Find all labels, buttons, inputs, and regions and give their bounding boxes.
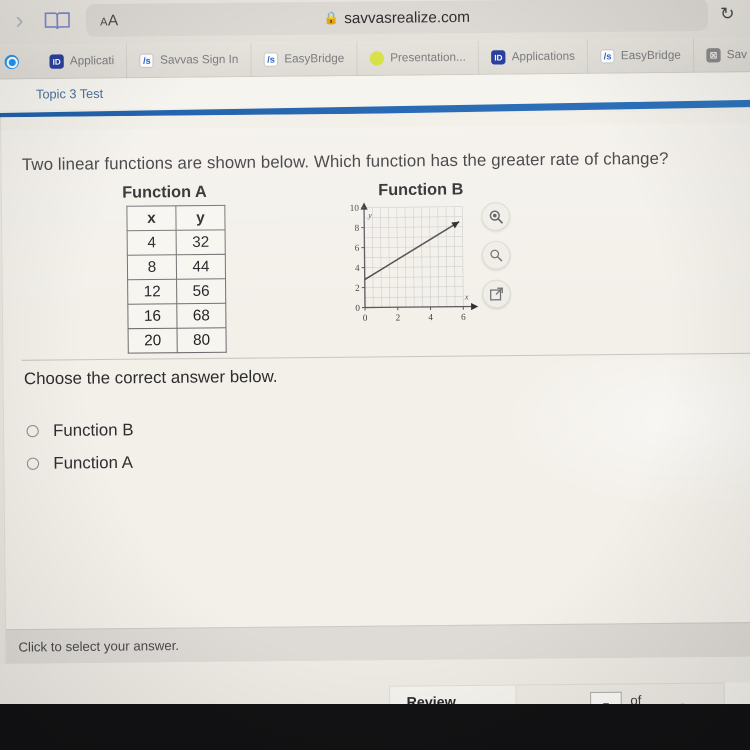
bookmarks-bar: ID Applicati /s Savvas Sign In /s EasyBr… [0,37,750,80]
safari-icon [4,54,19,70]
bookmark-item[interactable]: ☒ Sav [693,37,750,73]
savvas-icon: /s [600,49,615,64]
function-a-title: Function A [122,183,207,202]
x-axis-label: x [464,292,469,301]
cell-x: 20 [128,328,178,354]
savvas-icon: /s [263,52,279,67]
y-axis-label: y [367,211,372,220]
table-row: 20 80 [128,327,227,354]
zoom-in-icon[interactable] [481,202,511,231]
cell-x: 8 [127,254,177,280]
function-a-table: x y 4 32 8 44 12 56 16 68 20 80 [126,204,227,354]
bookmark-label: Sav [726,48,748,62]
bookmark-item[interactable] [0,44,37,79]
table-row: 16 68 [127,303,226,329]
tick-labels: 0 2 4 6 0 2 4 6 8 10 [350,203,466,323]
bookmark-item[interactable]: /s Savvas Sign In [127,42,252,79]
function-b-graph: 0 2 4 6 0 2 4 6 8 10 x y [342,200,486,330]
bookmark-item[interactable]: /s EasyBridge [588,38,695,74]
address-bar[interactable]: AA 🔒 savvasrealize.com [85,0,709,37]
topic-title: Topic 3 Test [35,86,104,102]
bookmark-label: Presentation... [390,51,466,65]
grid-lines [363,206,464,308]
graph-tools [481,202,511,309]
bookmark-item[interactable]: Presentation... [357,40,480,77]
table-row: 12 56 [127,278,226,305]
lock-icon: 🔒 [323,10,340,26]
column-header-x: x [126,205,177,231]
y-axis-arrow [360,202,368,210]
cell-x: 4 [127,230,177,256]
question-panel: Two linear functions are shown below. Wh… [1,109,750,664]
bookmark-label: Applications [511,50,576,64]
table-header-row: x y [126,205,226,231]
function-b-title: Function B [378,181,464,200]
bookmark-label: EasyBridge [284,52,345,66]
radio-button[interactable] [26,457,40,470]
svg-text:8: 8 [355,223,360,233]
svg-text:2: 2 [396,312,401,322]
answer-choice-function-a[interactable]: Function A [26,446,134,480]
savvas-icon: /s [139,53,155,68]
ixl-icon: ID [49,54,64,69]
answer-choice-function-b[interactable]: Function B [26,414,134,448]
bookmark-item[interactable]: ID Applications [478,39,589,75]
answer-choice-label: Function A [53,453,133,473]
svg-text:6: 6 [461,312,466,322]
cell-y: 44 [176,254,226,280]
radio-button[interactable] [26,424,39,438]
device-bezel [0,704,750,750]
svg-text:4: 4 [428,312,433,322]
svg-text:6: 6 [355,243,360,253]
bookmark-label: EasyBridge [620,49,681,63]
svg-text:10: 10 [350,203,360,213]
svg-text:0: 0 [355,303,360,313]
answer-choice-label: Function B [52,420,134,440]
expand-icon[interactable] [482,279,511,309]
bookmark-item[interactable]: ID Applicati [37,43,128,80]
function-b-line [364,221,460,281]
cell-x: 12 [127,279,177,305]
browser-toolbar: › AA 🔒 savvasrealize.com ↻ [0,0,750,45]
zoom-out-icon[interactable] [481,240,511,270]
ixl-icon: ID [491,50,506,65]
bookmark-label: Applicati [69,54,115,68]
cell-y: 68 [176,303,226,329]
presentation-icon [369,51,385,66]
photo-of-screen: › AA 🔒 savvasrealize.com ↻ ID Applicati … [0,0,750,750]
cell-x: 16 [127,303,178,329]
svg-text:4: 4 [355,263,360,273]
cell-y: 32 [176,229,226,255]
generic-site-icon: ☒ [706,48,721,63]
book-icon[interactable] [35,10,80,31]
cell-y: 56 [176,278,226,304]
column-header-y: y [175,205,226,231]
graph-svg: 0 2 4 6 0 2 4 6 8 10 x y [350,202,479,323]
bookmark-label: Savvas Sign In [160,53,239,67]
section-divider [21,352,750,361]
forward-chevron-icon[interactable]: › [4,7,35,35]
answer-choices: Function B Function A [26,414,134,480]
choose-answer-label: Choose the correct answer below. [23,367,278,389]
question-prompt: Two linear functions are shown below. Wh… [21,149,669,175]
url-text: savvasrealize.com [344,8,471,27]
svg-text:2: 2 [355,283,360,293]
svg-text:0: 0 [363,313,368,323]
hint-text: Click to select your answer. [18,637,180,655]
table-row: 8 44 [127,254,226,280]
table-row: 4 32 [127,229,226,256]
reload-icon[interactable]: ↻ [714,4,741,25]
content-area: Two linear functions are shown below. Wh… [0,109,750,665]
cell-y: 80 [177,327,227,353]
x-axis-arrow [471,302,479,311]
bookmark-item[interactable]: /s EasyBridge [251,41,358,78]
y-axis [363,207,366,308]
screen: › AA 🔒 savvasrealize.com ↻ ID Applicati … [0,0,750,725]
